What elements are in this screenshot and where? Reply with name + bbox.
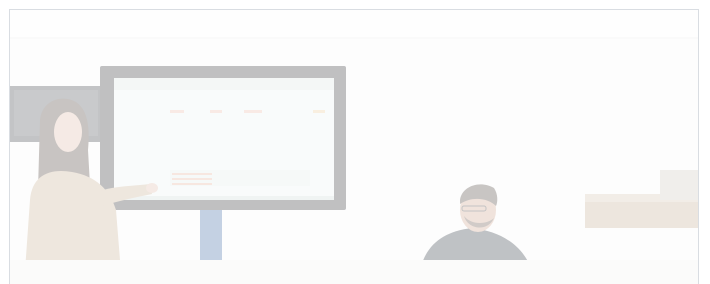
meeting-photo <box>10 10 698 284</box>
screen-table-row <box>172 178 212 180</box>
screen-widget <box>244 110 262 113</box>
screen-widget <box>170 110 184 113</box>
screen-widget <box>210 110 222 113</box>
shelf <box>585 200 698 228</box>
screen-table-row <box>172 183 212 185</box>
floor-line <box>10 260 698 284</box>
screen-table-row <box>172 173 212 175</box>
cabinet <box>660 170 698 200</box>
presenter-hand <box>146 183 158 193</box>
monitor-screen-header <box>114 78 334 90</box>
screen-widget <box>313 110 325 113</box>
screen-taskbar <box>114 196 334 200</box>
photo-frame <box>9 9 699 284</box>
ceiling <box>10 10 698 38</box>
presenter-face <box>54 112 82 152</box>
